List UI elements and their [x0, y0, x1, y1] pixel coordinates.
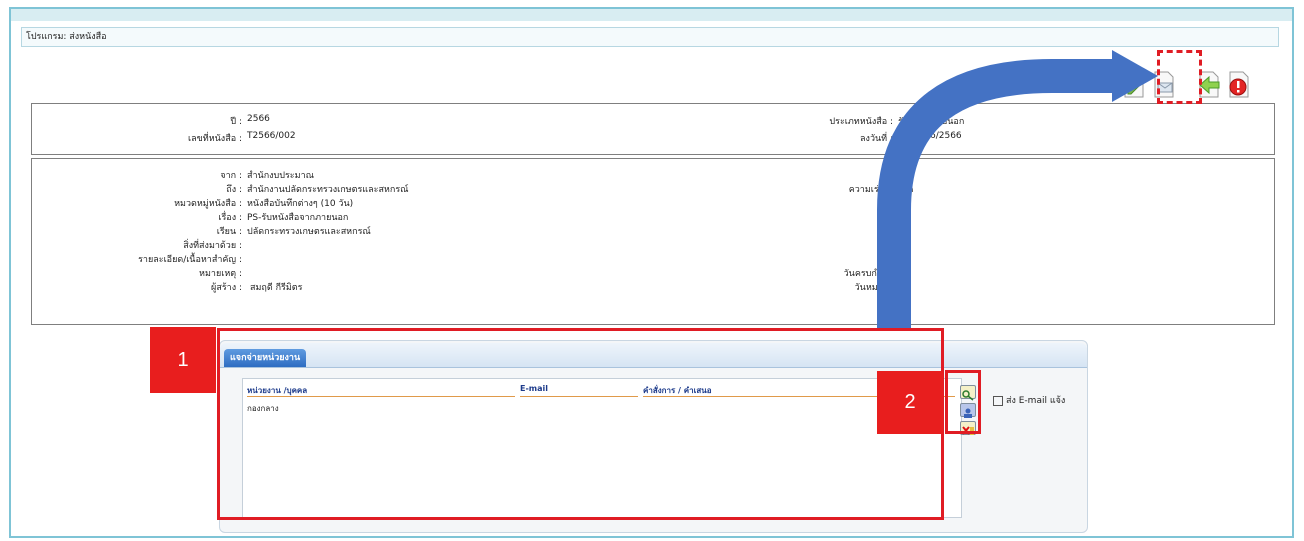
annotation-badge-1: 1	[150, 327, 216, 393]
annotation-badge-2: 2	[877, 371, 943, 434]
highlight-distribution-section	[217, 328, 944, 520]
highlight-action-buttons	[945, 370, 981, 434]
highlight-send-icon	[1157, 50, 1202, 104]
